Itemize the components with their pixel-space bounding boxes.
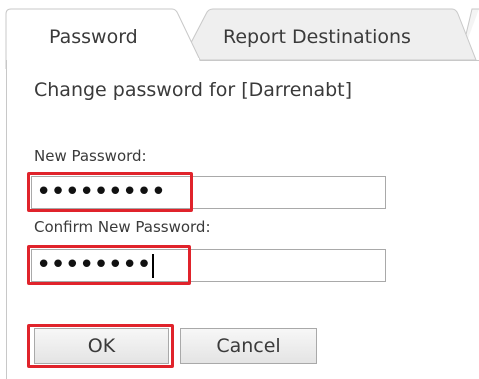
text-caret <box>151 253 154 278</box>
tab-strip: Password Report Destinations <box>0 0 479 69</box>
tab-password[interactable]: Password <box>49 26 138 48</box>
cancel-button[interactable]: Cancel <box>180 328 317 364</box>
new-password-field[interactable]: ••••••••• <box>31 176 386 209</box>
confirm-password-field[interactable]: •••••••• <box>31 249 386 282</box>
panel-border <box>6 60 7 379</box>
confirm-password-label: Confirm New Password: <box>34 218 211 236</box>
ok-button[interactable]: OK <box>34 328 169 364</box>
new-password-label: New Password: <box>34 147 147 165</box>
password-dialog: Password Report Destinations Change pass… <box>0 0 479 379</box>
tab-report-destinations[interactable]: Report Destinations <box>223 26 411 48</box>
new-password-value: ••••••••• <box>36 177 166 207</box>
confirm-password-value: •••••••• <box>36 250 152 280</box>
form-heading: Change password for [Darrenabt] <box>34 79 353 101</box>
